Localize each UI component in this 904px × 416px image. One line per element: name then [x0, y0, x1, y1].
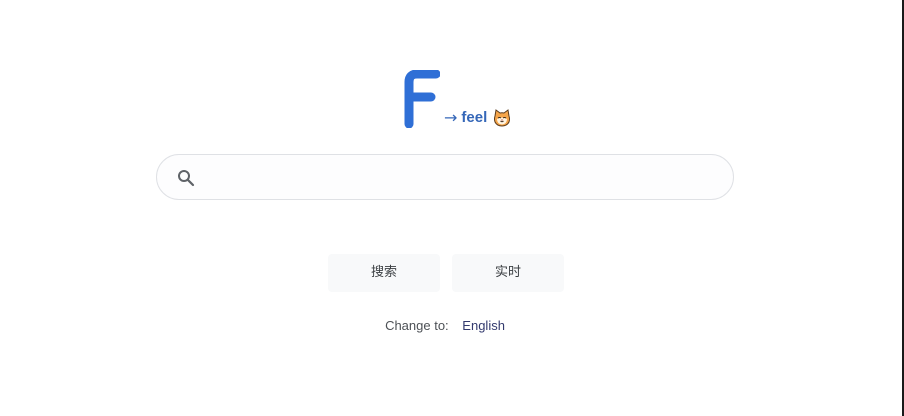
search-bar[interactable]: [156, 154, 734, 200]
logo-letter-f: [404, 70, 440, 128]
search-input[interactable]: [209, 163, 713, 193]
search-button[interactable]: 搜索: [328, 254, 440, 292]
search-icon: [178, 170, 195, 187]
logo-arrow: →: [444, 108, 458, 127]
search-home-page: → feel 搜索 实时 Change to: English: [0, 0, 904, 416]
language-english-link[interactable]: English: [462, 318, 505, 333]
site-logo[interactable]: → feel: [404, 68, 512, 128]
cat-face-icon: [494, 109, 511, 127]
logo-word: feel: [461, 109, 488, 126]
language-prefix: Change to:: [385, 318, 449, 333]
realtime-button[interactable]: 实时: [452, 254, 564, 292]
language-switcher: Change to: English: [0, 318, 890, 333]
